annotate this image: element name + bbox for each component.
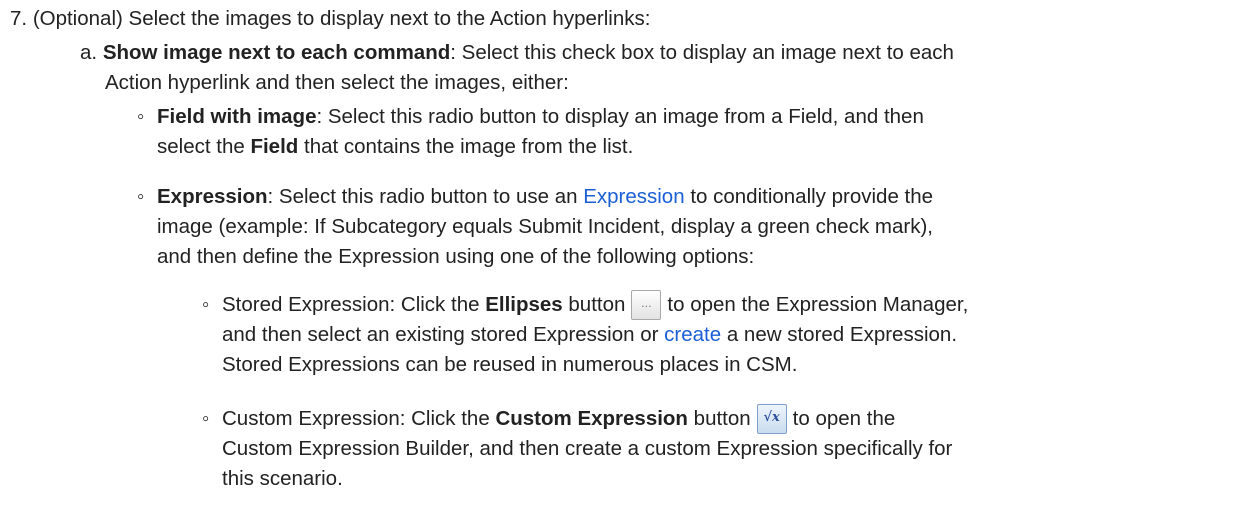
expression-text-pre: : Select this radio button to use an xyxy=(267,185,584,208)
stored-expression-line-1: ◦ Stored Expression: Click the Ellipses b… xyxy=(202,290,968,320)
custom-expression-line-1: ◦ Custom Expression: Click the Custom Exp… xyxy=(202,404,895,434)
stored-expression-pre: Stored Expression: Click the xyxy=(222,293,486,316)
field-with-image-line-2-post: that contains the image from the list. xyxy=(298,135,634,158)
fx-glyph: √x xyxy=(763,410,780,425)
field-with-image-line-2: select the Field that contains the image… xyxy=(157,132,633,162)
field-with-image-text: : Select this radio button to display an… xyxy=(316,105,924,128)
item-a-text: : Select this check box to display an im… xyxy=(450,41,954,64)
stored-expression-button-word: button xyxy=(562,293,626,316)
field-with-image-line-2-pre: select the xyxy=(157,135,251,158)
custom-expression-pre: Custom Expression: Click the xyxy=(222,407,496,430)
field-with-image-label: Field with image xyxy=(157,105,317,128)
create-link[interactable]: create xyxy=(664,323,721,346)
bullet: ◦ xyxy=(202,293,210,316)
ellipses-label: Ellipses xyxy=(485,293,563,316)
custom-expression-button-word: button xyxy=(687,407,751,430)
stored-expression-line-2-post: a new stored Expression. xyxy=(721,323,958,346)
bullet: ◦ xyxy=(202,407,210,430)
bullet: ◦ xyxy=(137,105,145,128)
item-a-line-2: Action hyperlink and then select the ima… xyxy=(105,71,569,94)
field-with-image-line-1: ◦ Field with image: Select this radio but… xyxy=(137,102,924,132)
step-7-text: (Optional) Select the images to display … xyxy=(32,7,651,30)
custom-expression-line-2: Custom Expression Builder, and then crea… xyxy=(222,437,953,460)
step-7-line: 7. (Optional) Select the images to displ… xyxy=(10,4,650,34)
item-a-letter: a. xyxy=(80,41,98,64)
expression-line-2: image (example: If Subcategory equals Su… xyxy=(157,215,933,238)
custom-expression-line-3: this scenario. xyxy=(222,467,343,490)
bullet: ◦ xyxy=(137,185,145,208)
field-label: Field xyxy=(250,135,299,158)
expression-link[interactable]: Expression xyxy=(583,185,684,208)
ellipsis-glyph: ... xyxy=(641,297,652,310)
expression-text-post: to conditionally provide the xyxy=(684,185,934,208)
custom-expression-post: to open the xyxy=(792,407,896,430)
function-fx-button-icon: √x xyxy=(756,404,787,434)
stored-expression-line-3: Stored Expressions can be reused in nume… xyxy=(222,353,798,376)
stored-expression-line-2: and then select an existing stored Expre… xyxy=(222,320,957,350)
expression-label: Expression xyxy=(157,185,268,208)
expression-line-1: ◦ Expression: Select this radio button to… xyxy=(137,182,933,212)
show-image-label: Show image next to each command xyxy=(102,41,451,64)
item-a-line-1: a. Show image next to each command: Sele… xyxy=(80,38,954,68)
step-number: 7. xyxy=(10,7,28,30)
stored-expression-post: to open the Expression Manager, xyxy=(667,293,969,316)
stored-expression-line-2-pre: and then select an existing stored Expre… xyxy=(222,323,665,346)
expression-line-3: and then define the Expression using one… xyxy=(157,245,755,268)
custom-expression-label: Custom Expression xyxy=(495,407,688,430)
ellipsis-button-icon: ... xyxy=(631,290,662,320)
